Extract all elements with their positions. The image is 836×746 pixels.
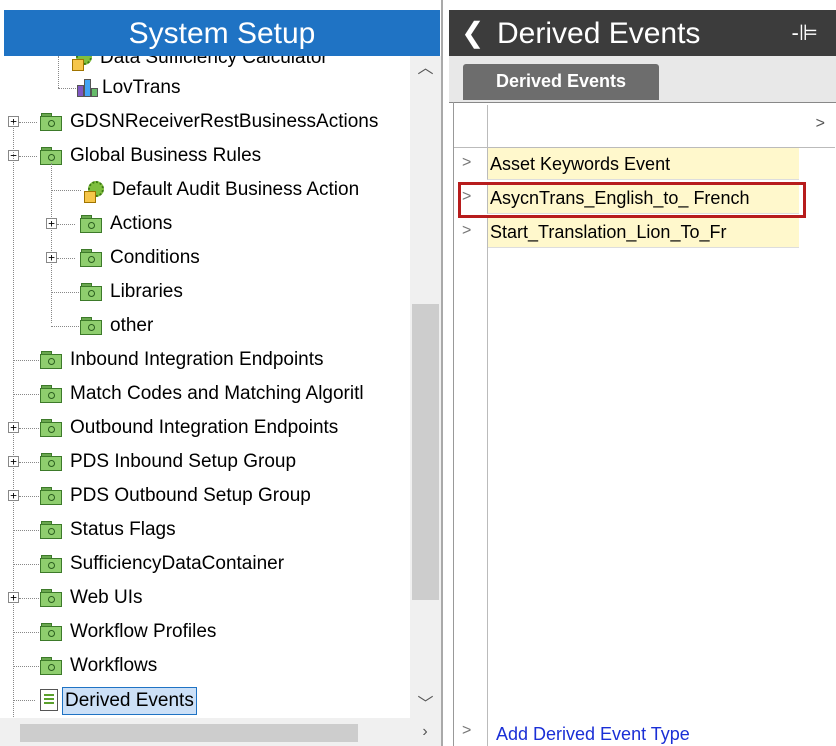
grid-header: > — [454, 105, 835, 148]
scroll-up-icon[interactable]: ︿ — [410, 56, 441, 82]
expand-icon[interactable]: + — [8, 592, 19, 603]
panel-title: System Setup — [4, 10, 440, 56]
tree-item-actions[interactable]: + Actions — [0, 207, 410, 241]
table-row[interactable]: > Asset Keywords Event — [454, 148, 835, 181]
panel-header: ❮ Derived Events -⊫ — [449, 10, 836, 56]
folder-icon — [80, 249, 102, 267]
panel-title: Derived Events — [497, 17, 701, 50]
folder-icon — [40, 351, 62, 369]
row-label: Asset Keywords Event — [487, 148, 799, 180]
folder-icon — [80, 317, 102, 335]
tree-item-pds-inbound-setup-group[interactable]: + PDS Inbound Setup Group — [0, 445, 410, 479]
scrollbar-thumb[interactable] — [412, 304, 439, 600]
expand-icon[interactable]: + — [8, 490, 19, 501]
expand-icon[interactable]: + — [46, 218, 57, 229]
tree-item-derived-events[interactable]: Derived Events — [0, 683, 410, 717]
tree-item-match-codes[interactable]: Match Codes and Matching Algoritl — [0, 377, 410, 411]
scroll-right-icon[interactable]: › — [415, 719, 435, 745]
tree-item-sufficiencydatacontainer[interactable]: SufficiencyDataContainer — [0, 547, 410, 581]
derived-events-panel: ❮ Derived Events -⊫ Derived Events > > A… — [449, 0, 836, 746]
tree-item-lovtrans[interactable]: LovTrans — [0, 56, 410, 105]
tree-item-global-business-rules[interactable]: − Global Business Rules — [0, 139, 410, 173]
tree-item-status-flags[interactable]: Status Flags — [0, 513, 410, 547]
document-list-icon — [40, 689, 58, 711]
pin-icon[interactable]: -⊫ — [792, 18, 819, 48]
tree-item-pds-outbound-setup-group[interactable]: + PDS Outbound Setup Group — [0, 479, 410, 513]
horizontal-scrollbar[interactable]: › — [0, 718, 441, 746]
chevron-right-icon: > — [462, 722, 472, 739]
folder-icon — [40, 657, 62, 675]
folder-icon — [40, 521, 62, 539]
setup-tree: Data Sufficiency Calculator LovTrans + G… — [0, 56, 410, 718]
gear-icon — [84, 179, 108, 203]
folder-icon — [40, 385, 62, 403]
folder-icon — [80, 283, 102, 301]
tree-item-default-audit-business-action[interactable]: Default Audit Business Action — [0, 163, 410, 323]
folder-icon — [40, 453, 62, 471]
tree-item-workflow-profiles[interactable]: Workflow Profiles — [0, 615, 410, 649]
tree-item-outbound-integration-endpoints[interactable]: + Outbound Integration Endpoints — [0, 411, 410, 445]
expand-icon[interactable]: + — [46, 252, 57, 263]
collapse-panel-icon[interactable]: ❮ — [461, 16, 484, 50]
tree-item-inbound-integration-endpoints[interactable]: Inbound Integration Endpoints — [0, 123, 410, 718]
tab-derived-events[interactable]: Derived Events — [463, 64, 659, 100]
folder-icon — [40, 113, 62, 131]
folder-icon — [40, 487, 62, 505]
tree-item-libraries[interactable]: Libraries — [0, 275, 410, 309]
scrollbar-thumb[interactable] — [20, 724, 358, 742]
calculator-icon — [72, 56, 96, 71]
tree-item-workflows[interactable]: Workflows — [0, 649, 410, 683]
tab-strip: Derived Events — [449, 56, 836, 103]
tree-item-other[interactable]: other — [0, 309, 410, 343]
scroll-down-icon[interactable]: ﹀ — [410, 692, 441, 718]
vertical-scrollbar[interactable]: ︿ ﹀ — [410, 56, 441, 718]
chevron-right-icon[interactable]: > — [462, 154, 471, 172]
folder-icon — [80, 215, 102, 233]
folder-icon — [40, 419, 62, 437]
row-label: Start_Translation_Lion_To_Fr — [487, 216, 799, 248]
folder-icon — [40, 555, 62, 573]
folder-icon — [40, 589, 62, 607]
chevron-right-icon[interactable]: > — [462, 222, 471, 240]
tree-item-gdsnreceiverrestbusinessactions[interactable]: + GDSNReceiverRestBusinessActions — [0, 105, 410, 139]
chevron-right-icon[interactable]: > — [816, 115, 825, 133]
derived-events-grid: > > Asset Keywords Event > AsycnTrans_En… — [453, 102, 836, 746]
folder-icon — [40, 623, 62, 641]
expand-icon[interactable]: + — [8, 456, 19, 467]
add-derived-event-type-link[interactable]: Add Derived Event Type — [496, 724, 690, 745]
tree-item-conditions[interactable]: + Conditions — [0, 241, 410, 275]
system-setup-panel: System Setup Data Sufficiency Calculator… — [0, 0, 443, 746]
selection-highlight — [458, 182, 806, 218]
table-row[interactable]: > Start_Translation_Lion_To_Fr — [454, 216, 835, 249]
tree-item-web-uis[interactable]: + Web UIs — [0, 581, 410, 615]
bars-icon — [76, 77, 98, 99]
expand-icon[interactable]: + — [8, 422, 19, 433]
add-row[interactable]: > Add Derived Event Type — [454, 718, 835, 746]
